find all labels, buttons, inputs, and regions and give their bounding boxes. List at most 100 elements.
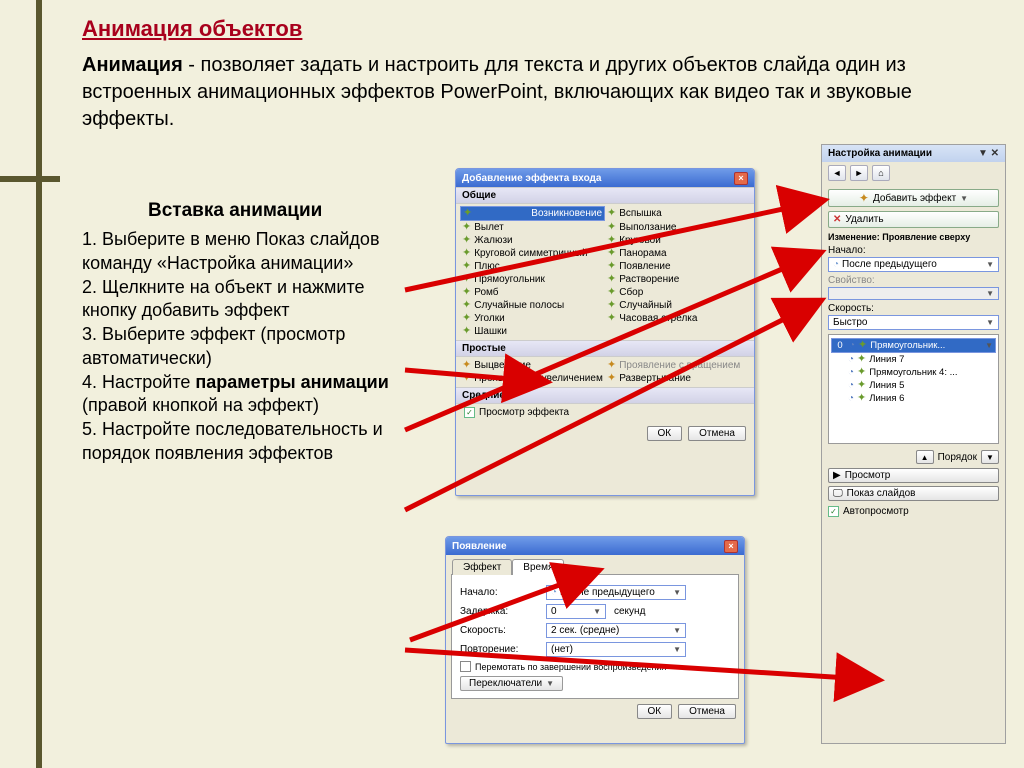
effect-item[interactable]: ✦Уголки bbox=[460, 312, 605, 325]
effect-item[interactable]: ✦Круговой bbox=[605, 234, 750, 247]
star-icon: ✦ bbox=[462, 222, 471, 233]
preview-checkbox[interactable]: ✓ bbox=[464, 407, 475, 418]
delay-unit: секунд bbox=[614, 606, 645, 617]
star-icon: ✦ bbox=[607, 248, 616, 259]
star-icon: ✦ bbox=[857, 393, 866, 404]
effect-item[interactable]: ✦Круговой симметричный bbox=[460, 247, 605, 260]
effect-item[interactable]: ✦Выцветание bbox=[460, 359, 605, 372]
cancel-button[interactable]: Отмена bbox=[688, 426, 746, 441]
queue-item[interactable]: 0◔✦Прямоугольник...▼ bbox=[831, 338, 996, 353]
play-icon: ▶ bbox=[833, 470, 841, 481]
effect-item[interactable]: ✦Возникновение bbox=[460, 206, 605, 221]
star-icon: ✦ bbox=[462, 261, 471, 272]
rewind-checkbox[interactable]: ✓ bbox=[460, 661, 471, 672]
back-icon[interactable]: ◄ bbox=[828, 165, 846, 181]
effect-item[interactable]: ✦Сбор bbox=[605, 286, 750, 299]
tab-effect[interactable]: Эффект bbox=[452, 559, 512, 575]
speed-select[interactable]: 2 сек. (средне)▼ bbox=[546, 623, 686, 638]
clock-icon: ◔ bbox=[849, 340, 855, 351]
effects-group-medium: Средние bbox=[456, 387, 754, 404]
effect-item[interactable]: ✦Панорама bbox=[605, 247, 750, 260]
decor-horizontal bbox=[0, 176, 60, 182]
star-icon: ✦ bbox=[857, 367, 866, 378]
star-icon: ✦ bbox=[462, 274, 471, 285]
star-icon: ✦ bbox=[462, 235, 471, 246]
slide-title: Анимация объектов bbox=[82, 16, 302, 42]
start-label: Начало: bbox=[460, 587, 538, 598]
delete-icon: ✕ bbox=[833, 214, 841, 225]
queue-item[interactable]: ◔✦Линия 5 bbox=[831, 379, 996, 392]
preview-row: ✓ Просмотр эффекта bbox=[456, 404, 754, 421]
star-icon: ✦ bbox=[857, 354, 866, 365]
rewind-label: Перемотать по завершении воспроизведения bbox=[475, 662, 666, 672]
effect-item[interactable]: ✦Плюс bbox=[460, 260, 605, 273]
intro-bold: Анимация bbox=[82, 54, 183, 76]
forward-icon[interactable]: ► bbox=[850, 165, 868, 181]
play-button[interactable]: ▶Просмотр bbox=[828, 468, 999, 483]
dialog-button-row: ОК Отмена bbox=[446, 699, 744, 724]
home-icon[interactable]: ⌂ bbox=[872, 165, 890, 181]
effect-item[interactable]: ✦Проявление с увеличением bbox=[460, 372, 605, 385]
star-icon: ✦ bbox=[607, 360, 616, 371]
repeat-label: Повторение: bbox=[460, 644, 538, 655]
queue-item[interactable]: ◔✦Линия 7 bbox=[831, 353, 996, 366]
effect-item[interactable]: ✦Вспышка bbox=[605, 206, 750, 221]
clock-icon: ◔ bbox=[848, 367, 854, 378]
triggers-button[interactable]: Переключатели ▼ bbox=[460, 676, 563, 691]
close-icon[interactable]: × bbox=[724, 540, 738, 553]
move-down-icon[interactable]: ▼ bbox=[981, 450, 999, 464]
star-icon: ✦ bbox=[462, 313, 471, 324]
effect-item[interactable]: ✦Появление bbox=[605, 260, 750, 273]
order-label: Порядок bbox=[938, 452, 977, 463]
slideshow-button[interactable]: 🖵Показ слайдов bbox=[828, 486, 999, 501]
star-icon: ✦ bbox=[858, 340, 867, 351]
effect-item[interactable]: ✦Прямоугольник bbox=[460, 273, 605, 286]
effect-item[interactable]: ✦Ромб bbox=[460, 286, 605, 299]
tab-time[interactable]: Время bbox=[512, 559, 564, 575]
remove-effect-button[interactable]: ✕ Удалить bbox=[828, 211, 999, 228]
effect-item[interactable]: ✦Жалюзи bbox=[460, 234, 605, 247]
star-icon: ✦ bbox=[462, 360, 471, 371]
effect-item[interactable]: ✦Развертывание bbox=[605, 372, 750, 385]
taskpane-menu-icon[interactable]: ▼ ✕ bbox=[978, 148, 999, 159]
effect-item[interactable]: ✦Вылет bbox=[460, 221, 605, 234]
effect-item[interactable]: ✦Выползание bbox=[605, 221, 750, 234]
start-select[interactable]: ◔После предыдущего▼ bbox=[828, 257, 999, 272]
queue-item[interactable]: ◔✦Прямоугольник 4: ... bbox=[831, 366, 996, 379]
queue-item[interactable]: ◔✦Линия 6 bbox=[831, 392, 996, 405]
speed-label: Скорость: bbox=[460, 625, 538, 636]
effect-item[interactable]: ✦Растворение bbox=[605, 273, 750, 286]
delay-input[interactable]: 0▼ bbox=[546, 604, 606, 619]
dialog-titlebar[interactable]: Добавление эффекта входа × bbox=[456, 169, 754, 187]
dialog-titlebar[interactable]: Появление × bbox=[446, 537, 744, 555]
close-icon[interactable]: × bbox=[734, 172, 748, 185]
add-effect-dialog: Добавление эффекта входа × Общие ✦Возник… bbox=[455, 168, 755, 496]
effect-item[interactable]: ✦Часовая стрелка bbox=[605, 312, 750, 325]
ok-button[interactable]: ОК bbox=[637, 704, 673, 719]
effect-item[interactable]: ✦Случайный bbox=[605, 299, 750, 312]
effects-queue[interactable]: 0◔✦Прямоугольник...▼◔✦Линия 7◔✦Прямоугол… bbox=[828, 334, 999, 444]
dialog-button-row: ОК Отмена bbox=[456, 421, 754, 446]
ok-button[interactable]: ОК bbox=[647, 426, 683, 441]
effects-grid-common[interactable]: ✦Возникновение✦Вспышка✦Вылет✦Выползание✦… bbox=[456, 204, 754, 340]
star-icon: ✦ bbox=[607, 261, 616, 272]
move-up-icon[interactable]: ▲ bbox=[916, 450, 934, 464]
add-effect-button[interactable]: ✦ Добавить эффект ▼ bbox=[828, 189, 999, 207]
taskpane-header[interactable]: Настройка анимации ▼ ✕ bbox=[822, 145, 1005, 162]
autopreview-checkbox[interactable]: ✓ bbox=[828, 506, 839, 517]
star-icon: ✦ bbox=[607, 235, 616, 246]
property-label: Свойство: bbox=[828, 275, 999, 286]
cancel-button[interactable]: Отмена bbox=[678, 704, 736, 719]
star-icon: ✦ bbox=[462, 287, 471, 298]
effect-item[interactable]: ✦Шашки bbox=[460, 325, 605, 338]
slideshow-icon: 🖵 bbox=[833, 488, 843, 499]
property-select: ▼ bbox=[828, 287, 999, 300]
effects-grid-simple[interactable]: ✦Выцветание✦Проявление с вращением✦Прояв… bbox=[456, 357, 754, 387]
speed-label: Скорость: bbox=[828, 303, 999, 314]
start-select[interactable]: ◔После предыдущего▼ bbox=[546, 585, 686, 600]
speed-select[interactable]: Быстро▼ bbox=[828, 315, 999, 330]
effect-item[interactable]: ✦Проявление с вращением bbox=[605, 359, 750, 372]
delay-label: Задержка: bbox=[460, 606, 538, 617]
repeat-select[interactable]: (нет)▼ bbox=[546, 642, 686, 657]
effect-item[interactable]: ✦Случайные полосы bbox=[460, 299, 605, 312]
